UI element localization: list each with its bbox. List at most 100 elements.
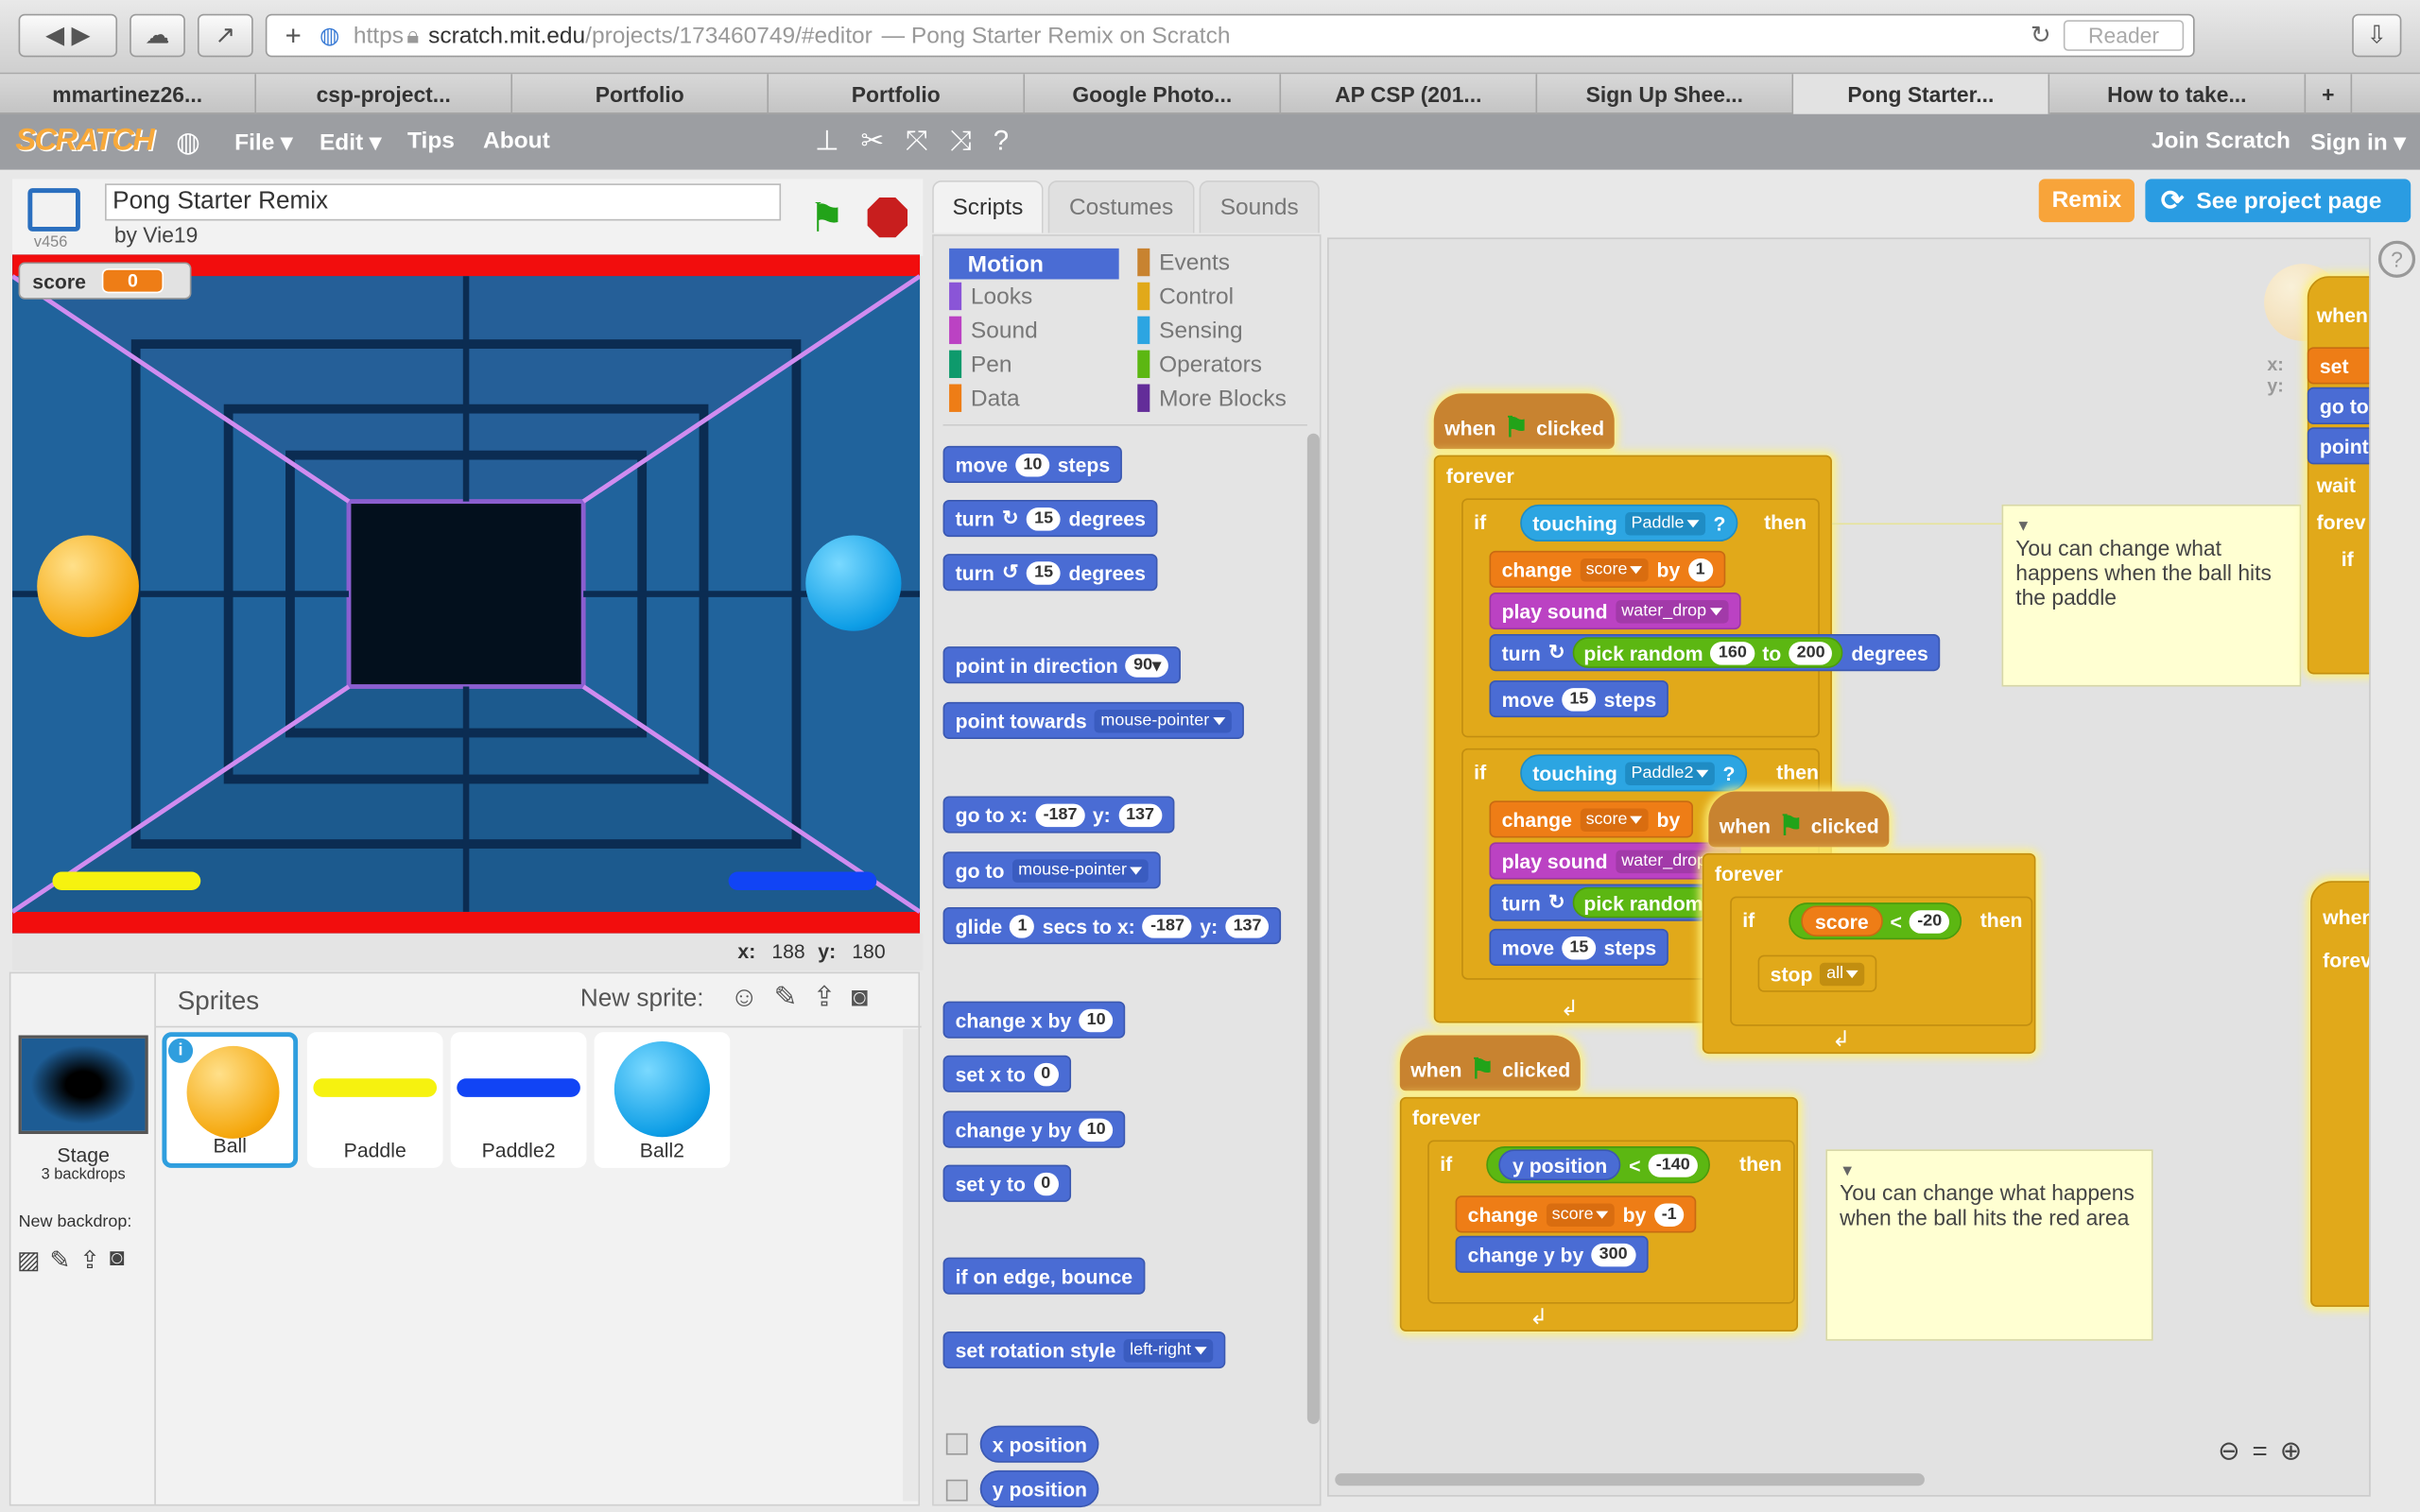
browser-tab[interactable]: csp-project... [256,74,513,114]
amount-input[interactable]: 10 [1079,1007,1114,1032]
set-x-block[interactable]: set x to 0 [942,1055,1071,1092]
sprite-library-icon[interactable]: ☺ [730,981,758,1013]
category-operators[interactable]: Operators [1137,350,1262,378]
add-tab-icon[interactable]: + [267,19,320,51]
x-input[interactable]: -187 [1142,914,1193,937]
browser-tab[interactable]: Portfolio [512,74,769,114]
variable-dropdown[interactable]: score [1580,558,1650,581]
palette-scrollbar[interactable] [1306,433,1320,1424]
backdrop-library-icon[interactable]: ▨ [17,1246,41,1277]
paint-brush-icon[interactable]: ✎ [774,981,798,1013]
less-than-predicate-2[interactable]: y position < -140 [1486,1146,1711,1184]
style-dropdown[interactable]: left-right [1123,1338,1213,1362]
project-title-input[interactable]: Pong Starter Remix [105,183,782,221]
random-to-input[interactable]: 200 [1789,641,1833,664]
turn-right-block[interactable]: turn ↻ 15 degrees [942,499,1158,538]
touching-paddle-predicate[interactable]: touching Paddle? [1520,504,1738,542]
turn-left-block[interactable]: turn ↺ 15 degrees [942,554,1158,592]
change-score-block-3[interactable]: change score by -1 [1455,1195,1697,1233]
duplicate-stamp-icon[interactable]: ⊥ [815,125,839,157]
stop-sign-icon[interactable] [867,197,908,238]
collapse-triangle-icon[interactable]: ▼ [1840,1163,2139,1180]
x-position-checkbox[interactable] [945,1433,968,1455]
offscreen-point-block[interactable]: point [2307,427,2370,465]
sprite-thumb-paddle[interactable]: Paddle [306,1032,443,1168]
menu-edit[interactable]: Edit ▾ [320,129,381,156]
reload-icon[interactable]: ↻ [2031,20,2051,51]
amount-input[interactable]: -1 [1653,1202,1685,1227]
sign-in-link[interactable]: Sign in ▾ [2310,129,2406,156]
zoom-in-icon[interactable]: ⊕ [2280,1436,2302,1468]
secs-input[interactable]: 1 [1010,914,1035,937]
menu-file[interactable]: File ▾ [234,129,292,156]
category-control[interactable]: Control [1137,282,1234,311]
x-position-reporter[interactable]: x position [979,1425,1100,1463]
go-to-xy-block[interactable]: go to x: -187 y: 137 [942,796,1175,833]
sprite-dropdown[interactable]: Paddle2 [1625,761,1716,785]
compare-input[interactable]: -20 [1910,909,1950,933]
degrees-input[interactable]: 15 [1027,507,1062,530]
help-circle-icon[interactable]: ? [2377,240,2416,278]
y-position-checkbox[interactable] [945,1479,968,1502]
browser-tab[interactable]: mmartinez26... [0,74,257,114]
direction-input[interactable]: 90 ▾ [1125,653,1169,677]
browser-tab-active[interactable]: Pong Starter... [1793,74,2050,114]
when-flag-clicked-hat-2[interactable]: when ⚑ clicked [1708,791,1891,848]
sprite-thumb-ball2[interactable]: Ball2 [594,1032,731,1168]
scratch-logo[interactable]: SCRATCH [15,124,154,160]
score-reporter[interactable]: score [1801,905,1883,937]
offscreen-set-block[interactable]: set [2307,347,2370,385]
variable-dropdown[interactable]: score [1546,1202,1616,1227]
sprite-dropdown[interactable]: Paddle [1625,511,1706,535]
paddle2-sprite[interactable] [728,871,877,891]
fullscreen-icon[interactable] [27,188,80,232]
backdrop-camera-icon[interactable]: ◙ [110,1246,125,1277]
when-flag-clicked-hat-3[interactable]: when ⚑ clicked [1399,1035,1582,1091]
glide-block[interactable]: glide 1 secs to x: -187 y: 137 [942,906,1282,945]
when-flag-clicked-hat[interactable]: when ⚑ clicked [1433,393,1616,450]
green-flag-icon[interactable]: ⚑ [809,195,845,243]
point-in-direction-block[interactable]: point in direction 90 ▾ [942,646,1182,684]
y-position-reporter[interactable]: y position [979,1469,1100,1508]
stop-all-block[interactable]: stop all [1757,954,1878,992]
remix-button[interactable]: Remix [2038,179,2135,223]
collapse-triangle-icon[interactable]: ▼ [2015,519,2287,536]
steps-input[interactable]: 15 [1562,687,1597,711]
back-forward-buttons[interactable]: ◀ ▶ [18,13,118,58]
sprite-thumb-paddle2[interactable]: Paddle2 [450,1032,587,1168]
target-dropdown[interactable]: mouse-pointer [1094,709,1232,732]
category-motion[interactable]: Motion [949,248,1119,280]
change-score-block-2[interactable]: change score by [1489,800,1693,838]
new-tab-icon[interactable]: + [2306,74,2353,114]
zoom-reset-icon[interactable]: = [2252,1436,2267,1468]
set-y-block[interactable]: set y to 0 [942,1164,1071,1202]
category-sensing[interactable]: Sensing [1137,316,1243,345]
category-looks[interactable]: Looks [949,282,1032,311]
reader-button[interactable]: Reader [2063,20,2185,51]
value-input[interactable]: 0 [1033,1171,1059,1195]
shrink-icon[interactable]: ⤨ [949,125,972,157]
turn-random-block-2[interactable]: turn ↻ pick random [1489,884,1727,921]
category-pen[interactable]: Pen [949,350,1012,378]
turn-random-block[interactable]: turn ↻ pick random 160 to 200 degrees [1489,634,1941,672]
value-input[interactable]: 0 [1033,1062,1059,1086]
delete-scissors-icon[interactable]: ✂ [861,125,885,157]
pick-random-reporter[interactable]: pick random 160 to 200 [1572,637,1844,668]
offscreen-goto-block[interactable]: go to [2307,387,2370,424]
see-project-page-button[interactable]: ⟳ See project page [2145,179,2411,223]
help-icon[interactable]: ? [994,125,1009,157]
ball2-sprite[interactable] [805,535,902,631]
compare-input[interactable]: -140 [1648,1153,1698,1177]
amount-input[interactable]: 1 [1687,558,1713,581]
change-y-block[interactable]: change y by 300 [1455,1235,1648,1273]
language-globe-icon[interactable]: ◍ [176,127,200,159]
browser-tab[interactable]: AP CSP (201... [1281,74,1538,114]
join-scratch-link[interactable]: Join Scratch [2152,129,2290,155]
camera-icon[interactable]: ◙ [852,981,869,1013]
variable-dropdown[interactable]: score [1580,807,1650,832]
comment-red-area[interactable]: ▼ You can change what happens when the ba… [1825,1149,2153,1341]
stop-dropdown[interactable]: all [1820,961,1866,986]
less-than-predicate[interactable]: score < -20 [1789,902,1962,940]
category-events[interactable]: Events [1137,248,1230,277]
touching-paddle2-predicate[interactable]: touching Paddle2? [1520,754,1748,792]
